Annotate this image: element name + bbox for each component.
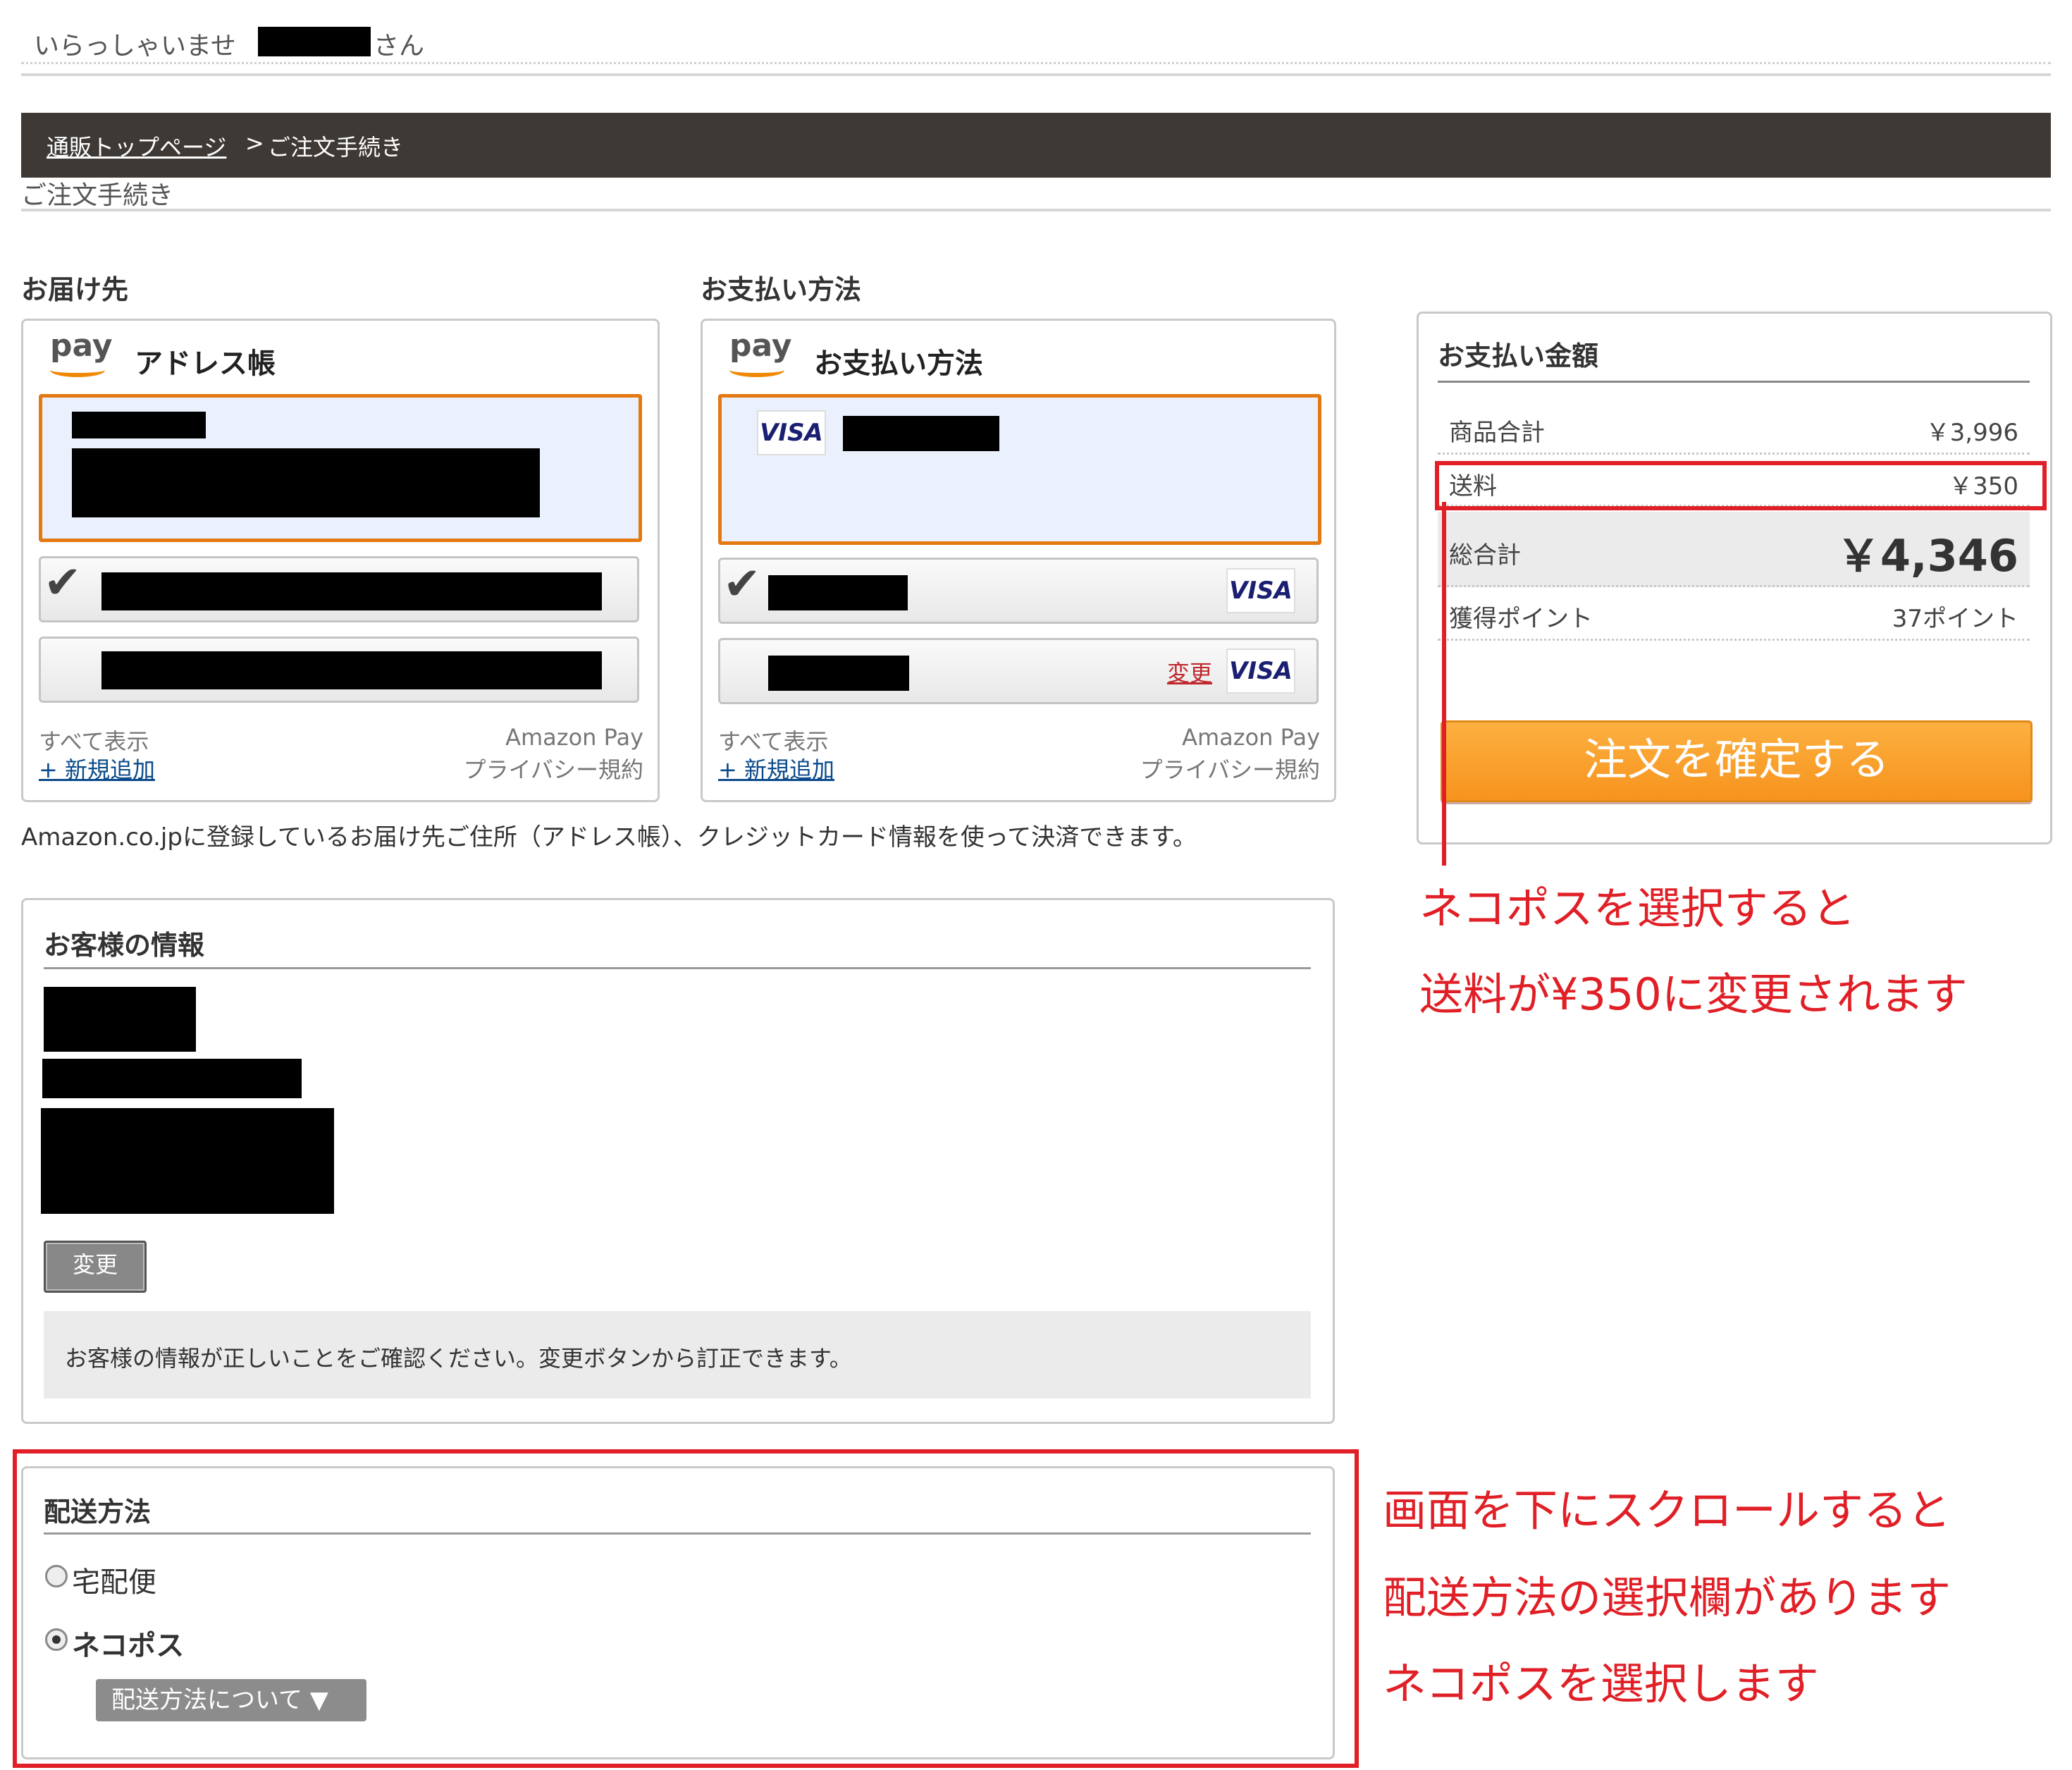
subtotal-row: 商品合計 ￥3,996 [1438,403,2030,455]
redacted-address-detail [72,448,540,517]
payment-method-widget: pay お支払い方法 VISA ✔ VISA 変更 VISA すべて表示 + 新… [701,319,1336,802]
points-row: 獲得ポイント 37ポイント [1438,589,2030,641]
selected-address[interactable] [39,394,642,542]
visa-icon: VISA [1226,568,1295,613]
redacted-address-name [72,412,206,438]
redacted-address [101,651,602,689]
summary-heading: お支払い金額 [1438,340,1599,371]
divider [44,967,1311,969]
points-label: 獲得ポイント [1449,605,1593,633]
customer-note: お客様の情報が正しいことをご確認ください。変更ボタンから訂正できます。 [65,1345,852,1372]
customer-note-box: お客様の情報が正しいことをご確認ください。変更ボタンから訂正できます。 [44,1311,1311,1399]
annotation-shipping-fee-2: 送料が¥350に変更されます [1419,969,1968,1020]
redacted-card [768,656,909,691]
visa-icon: VISA [1226,649,1295,694]
amazon-pay-logo-icon: pay [50,328,113,377]
redacted-customer-address [41,1108,334,1214]
breadcrumb-separator: > [245,130,264,156]
card-option[interactable]: 変更 VISA [718,638,1319,704]
welcome-text: いらっしゃいませ [34,32,236,61]
address-option[interactable]: ✔ [39,556,639,622]
divider [1438,381,2030,383]
address-book-title: アドレス帳 [135,348,276,380]
privacy-link[interactable]: プライバシー規約 [1140,752,1320,785]
selected-card[interactable]: VISA [718,394,1321,545]
card-option[interactable]: ✔ VISA [718,558,1319,624]
address-option[interactable] [39,637,639,703]
redacted-customer-name [44,987,196,1052]
annotation-delivery-3: ネコポスを選択します [1383,1658,1819,1709]
divider [21,73,2051,76]
page-title: ご注文手続き [21,181,174,210]
annotation-connector [1442,502,1446,866]
add-new-address-link[interactable]: + 新規追加 [39,752,155,785]
redacted-customer-contact [42,1059,302,1098]
divider [21,209,2051,211]
total-row: 総合計 ￥4,346 [1438,512,2030,587]
breadcrumb-current: ご注文手続き [268,134,404,161]
redacted-card-number [843,416,999,451]
privacy-link[interactable]: プライバシー規約 [464,752,643,785]
annotation-shipping-fee-1: ネコポスを選択すると [1419,883,1856,934]
subtotal-label: 商品合計 [1449,419,1545,447]
total-value: ￥4,346 [1836,530,2018,582]
welcome-bar: いらっしゃいませ さん [21,20,2051,64]
confirm-order-button[interactable]: 注文を確定する [1441,720,2033,802]
change-card-link[interactable]: 変更 [1167,656,1212,688]
payment-widget-title: お支払い方法 [814,348,983,380]
add-new-card-link[interactable]: + 新規追加 [718,752,834,785]
redacted-address [101,572,602,610]
address-book-widget: pay アドレス帳 ✔ すべて表示 + 新規追加 Amazon Pay プライバ… [21,319,660,802]
total-label: 総合計 [1449,541,1521,570]
amazon-pay-brand: Amazon Pay [505,724,643,751]
visa-icon: VISA [757,410,826,455]
payment-heading: お支払い方法 [701,274,862,305]
shipping-fee-highlight [1435,461,2047,510]
checkmark-icon: ✔ [44,557,82,609]
annotation-delivery-1: 画面を下にスクロールすると [1383,1485,1951,1536]
amazon-pay-note: Amazon.co.jpに登録しているお届け先ご住所（アドレス帳）、クレジットカ… [21,823,1197,852]
amazon-pay-brand: Amazon Pay [1182,724,1320,751]
change-customer-button[interactable]: 変更 [44,1241,147,1293]
name-suffix: さん [374,32,425,61]
redacted-username [258,27,371,56]
breadcrumb-home-link[interactable]: 通販トップページ [47,130,226,162]
annotation-delivery-2: 配送方法の選択欄があります [1383,1572,1951,1623]
shipping-heading: お届け先 [21,274,129,305]
redacted-card [768,575,908,610]
amazon-pay-logo-icon: pay [729,328,792,377]
subtotal-value: ￥3,996 [1925,419,2018,447]
breadcrumb: 通販トップページ > ご注文手続き [21,113,2051,178]
checkmark-icon: ✔ [723,558,761,610]
delivery-method-highlight [13,1449,1359,1768]
points-value: 37ポイント [1892,605,2018,633]
customer-heading: お客様の情報 [44,930,205,961]
